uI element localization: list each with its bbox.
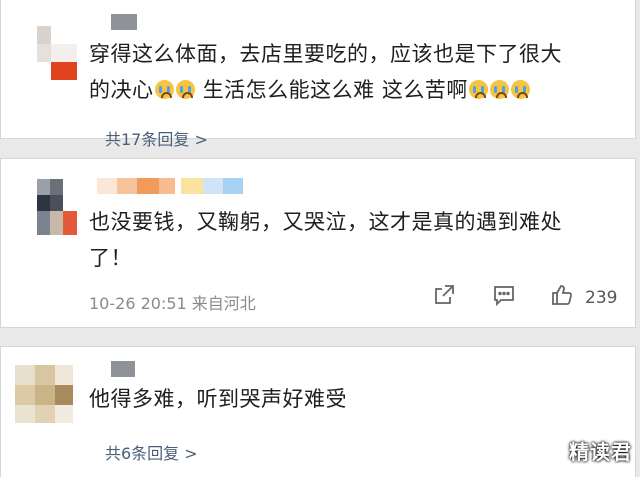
comment-card-1: 穿得这么体面，去店里要吃的，应该也是下了很大 的决心 生活怎么能这么难 这么苦啊… xyxy=(0,0,636,149)
comment-text: 他得多难，听到哭声好难受 xyxy=(89,387,347,411)
timestamp: 10-26 20:51 来自河北 xyxy=(89,294,256,313)
username-blurred[interactable] xyxy=(97,178,243,194)
avatar[interactable] xyxy=(37,26,77,82)
crying-emoji-icon xyxy=(175,80,195,99)
comment-line-2: 了！ xyxy=(89,246,132,270)
share-icon[interactable] xyxy=(432,283,456,307)
username-blurred[interactable] xyxy=(111,14,137,30)
view-replies-link[interactable]: 共17条回复 > xyxy=(105,126,208,150)
comment-line-2: 的决心 生活怎么能这么难 这么苦啊 xyxy=(89,72,562,108)
comment-card-2: 也没要钱，又鞠躬，又哭泣，这才是真的遇到难处 了！ 10-26 20:51 来自… xyxy=(0,158,636,328)
like-icon[interactable] xyxy=(550,283,574,307)
crying-emoji-icon xyxy=(489,80,509,99)
view-replies-link[interactable]: 共6条回复 > xyxy=(105,440,198,464)
watermark: 精读君 xyxy=(569,440,632,464)
comment-text: 穿得这么体面，去店里要吃的，应该也是下了很大 的决心 生活怎么能这么难 这么苦啊 xyxy=(89,36,562,108)
avatar[interactable] xyxy=(15,365,73,423)
comment-card-3: 他得多难，听到哭声好难受 共6条回复 > xyxy=(0,346,636,477)
username-blurred[interactable] xyxy=(111,361,135,377)
comment-text: 也没要钱，又鞠躬，又哭泣，这才是真的遇到难处 了！ xyxy=(89,204,562,276)
avatar[interactable] xyxy=(37,179,77,235)
like-count: 239 xyxy=(585,288,618,308)
crying-emoji-icon xyxy=(154,80,174,99)
comment-line-1: 穿得这么体面，去店里要吃的，应该也是下了很大 xyxy=(89,42,562,66)
crying-emoji-icon xyxy=(510,80,530,99)
comment-line-1: 也没要钱，又鞠躬，又哭泣，这才是真的遇到难处 xyxy=(89,210,562,234)
comment-icon[interactable] xyxy=(492,283,516,307)
crying-emoji-icon xyxy=(468,80,488,99)
